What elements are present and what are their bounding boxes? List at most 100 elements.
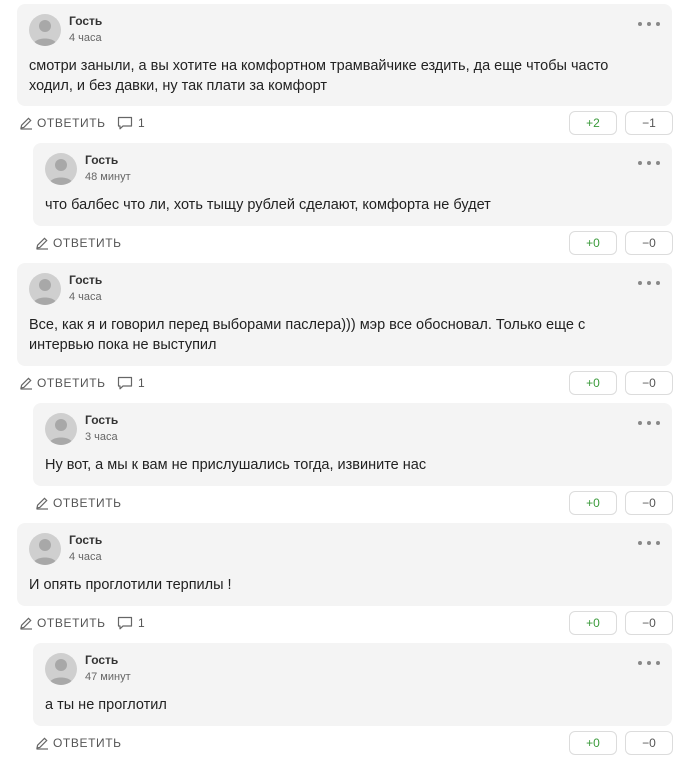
- reply-button[interactable]: ОТВЕТИТЬ: [19, 111, 106, 135]
- pencil-icon: [36, 737, 48, 750]
- comment-bubble: Гость 4 часа Все, как я и говорил перед …: [17, 263, 672, 366]
- comment-text-line: ходил, и без давки, ну так плати за комф…: [29, 78, 328, 94]
- upvote-button[interactable]: +2: [569, 111, 617, 135]
- upvote-button[interactable]: +0: [569, 611, 617, 635]
- more-options-icon[interactable]: [638, 18, 660, 30]
- more-options-icon[interactable]: [638, 657, 660, 669]
- replies-count-button[interactable]: 1: [117, 111, 145, 135]
- upvote-button[interactable]: +0: [569, 371, 617, 395]
- author-name[interactable]: Гость: [69, 273, 102, 287]
- reply-label: ОТВЕТИТЬ: [53, 236, 122, 250]
- reply-button[interactable]: ОТВЕТИТЬ: [19, 371, 106, 395]
- comment-text-line: И опять проглотили терпилы !: [29, 577, 232, 593]
- reply-label: ОТВЕТИТЬ: [53, 496, 122, 510]
- replies-count-button[interactable]: 1: [117, 611, 145, 635]
- comment-text-line: что балбес что ли, хоть тыщу рублей сдел…: [45, 197, 491, 213]
- downvote-button[interactable]: −0: [625, 231, 673, 255]
- reply-button[interactable]: ОТВЕТИТЬ: [35, 491, 122, 515]
- comment-time: 4 часа: [69, 32, 102, 44]
- avatar[interactable]: [29, 273, 61, 305]
- comment-text-line: Ну вот, а мы к вам не прислушались тогда…: [45, 457, 427, 473]
- avatar[interactable]: [29, 14, 61, 46]
- comment-bubble: Гость 3 часа Ну вот, а мы к вам не присл…: [33, 403, 672, 486]
- comment-actions: ОТВЕТИТЬ +0 −0: [33, 231, 673, 255]
- pencil-icon: [20, 377, 32, 390]
- comment-text: И опять проглотили терпилы !: [29, 575, 648, 595]
- comment-actions: ОТВЕТИТЬ 1 +0 −0: [17, 611, 673, 635]
- comment-text-line: интервью пока не выступил: [29, 337, 217, 353]
- comment-bubble-icon: [117, 616, 133, 630]
- reply-button[interactable]: ОТВЕТИТЬ: [19, 611, 106, 635]
- comment-time: 47 минут: [85, 671, 131, 683]
- user-silhouette-icon: [49, 419, 73, 445]
- downvote-button[interactable]: −0: [625, 371, 673, 395]
- comment-bubble-icon: [117, 116, 133, 130]
- downvote-button[interactable]: −1: [625, 111, 673, 135]
- reply-button[interactable]: ОТВЕТИТЬ: [35, 731, 122, 755]
- upvote-button[interactable]: +0: [569, 491, 617, 515]
- author-name[interactable]: Гость: [85, 153, 118, 167]
- comment-actions: ОТВЕТИТЬ 1 +0 −0: [17, 371, 673, 395]
- reply-label: ОТВЕТИТЬ: [37, 116, 106, 130]
- replies-count: 1: [138, 116, 145, 130]
- pencil-icon: [20, 617, 32, 630]
- more-options-icon[interactable]: [638, 157, 660, 169]
- comment-bubble: Гость 47 минут а ты не проглотил: [33, 643, 672, 726]
- comment-actions: ОТВЕТИТЬ +0 −0: [33, 491, 673, 515]
- avatar[interactable]: [45, 413, 77, 445]
- comment-bubble-icon: [117, 376, 133, 390]
- comment-text-line: а ты не проглотил: [45, 697, 167, 713]
- comment-time: 3 часа: [85, 431, 118, 443]
- comment-time: 4 часа: [69, 291, 102, 303]
- pencil-icon: [36, 497, 48, 510]
- author-name[interactable]: Гость: [69, 14, 102, 28]
- more-options-icon[interactable]: [638, 537, 660, 549]
- avatar[interactable]: [45, 653, 77, 685]
- user-silhouette-icon: [49, 659, 73, 685]
- comment-time: 4 часа: [69, 551, 102, 563]
- author-name[interactable]: Гость: [69, 533, 102, 547]
- user-silhouette-icon: [33, 279, 57, 305]
- reply-comment: Гость 47 минут а ты не проглотил ОТВЕТИТ…: [33, 643, 673, 757]
- comment-text: что балбес что ли, хоть тыщу рублей сдел…: [45, 195, 648, 215]
- upvote-button[interactable]: +0: [569, 231, 617, 255]
- comment-bubble: Гость 4 часа И опять проглотили терпилы …: [17, 523, 672, 606]
- more-options-icon[interactable]: [638, 417, 660, 429]
- comments-feed: Гость 4 часа смотри заныли, а вы хотите …: [0, 0, 687, 761]
- reply-label: ОТВЕТИТЬ: [37, 376, 106, 390]
- pencil-icon: [36, 237, 48, 250]
- comment-actions: ОТВЕТИТЬ 1 +2 −1: [17, 111, 673, 135]
- more-options-icon[interactable]: [638, 277, 660, 289]
- replies-count-button[interactable]: 1: [117, 371, 145, 395]
- upvote-button[interactable]: +0: [569, 731, 617, 755]
- comment-text: Ну вот, а мы к вам не прислушались тогда…: [45, 455, 648, 475]
- avatar[interactable]: [29, 533, 61, 565]
- reply-comment: Гость 48 минут что балбес что ли, хоть т…: [33, 143, 673, 263]
- reply-button[interactable]: ОТВЕТИТЬ: [35, 231, 122, 255]
- pencil-icon: [20, 117, 32, 130]
- comment-actions: ОТВЕТИТЬ +0 −0: [33, 731, 673, 755]
- author-name[interactable]: Гость: [85, 653, 118, 667]
- comment: Гость 4 часа И опять проглотили терпилы …: [17, 523, 673, 635]
- user-silhouette-icon: [49, 159, 73, 185]
- comment-text: смотри заныли, а вы хотите на комфортном…: [29, 56, 648, 96]
- avatar[interactable]: [45, 153, 77, 185]
- comment-bubble: Гость 4 часа смотри заныли, а вы хотите …: [17, 4, 672, 106]
- reply-comment: Гость 3 часа Ну вот, а мы к вам не присл…: [33, 403, 673, 523]
- comment-bubble: Гость 48 минут что балбес что ли, хоть т…: [33, 143, 672, 226]
- user-silhouette-icon: [33, 539, 57, 565]
- comment-time: 48 минут: [85, 171, 131, 183]
- downvote-button[interactable]: −0: [625, 611, 673, 635]
- downvote-button[interactable]: −0: [625, 731, 673, 755]
- comment-text-line: Все, как я и говорил перед выборами пасл…: [29, 317, 586, 333]
- reply-label: ОТВЕТИТЬ: [37, 616, 106, 630]
- user-silhouette-icon: [33, 20, 57, 46]
- comment-text: а ты не проглотил: [45, 695, 648, 715]
- replies-count: 1: [138, 376, 145, 390]
- author-name[interactable]: Гость: [85, 413, 118, 427]
- downvote-button[interactable]: −0: [625, 491, 673, 515]
- comment: Гость 4 часа Все, как я и говорил перед …: [17, 263, 673, 395]
- reply-label: ОТВЕТИТЬ: [53, 736, 122, 750]
- comment: Гость 4 часа смотри заныли, а вы хотите …: [17, 4, 673, 135]
- comment-text: Все, как я и говорил перед выборами пасл…: [29, 315, 648, 355]
